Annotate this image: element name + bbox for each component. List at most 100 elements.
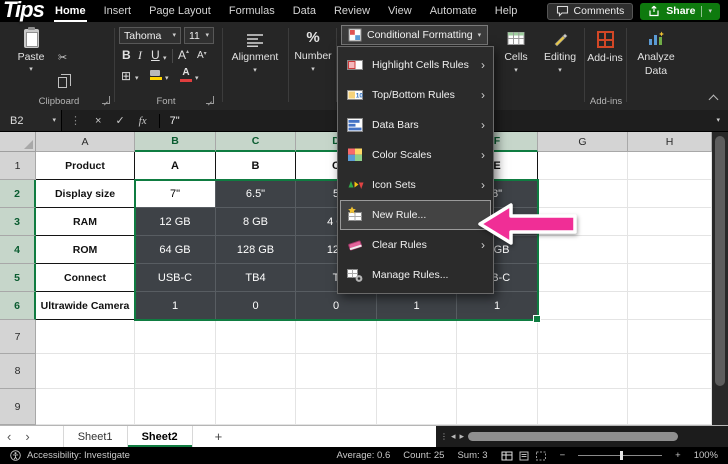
row-header-5[interactable]: 5 [0, 264, 36, 292]
cell-C3[interactable]: 8 GB [216, 208, 296, 236]
share-dropdown-icon[interactable]: ▾ [708, 8, 712, 15]
cell-G1[interactable] [538, 152, 628, 180]
page-layout-view-icon[interactable] [518, 451, 530, 461]
vertical-scrollbar-thumb[interactable] [715, 136, 725, 386]
column-header-B[interactable]: B [135, 132, 216, 152]
cell-F8[interactable] [457, 354, 538, 389]
alignment-group-button[interactable]: Alignment ▾ [226, 33, 284, 74]
formula-bar-drag-handle[interactable]: ⋮ [70, 114, 81, 127]
vertical-scrollbar[interactable] [712, 132, 728, 425]
menu-tab-help[interactable]: Help [486, 0, 527, 22]
cell-G5[interactable] [538, 264, 628, 292]
menu-item-data-bars[interactable]: Data Bars › [340, 110, 491, 140]
cell-E6[interactable]: 1 [377, 292, 457, 320]
cell-A9[interactable] [36, 389, 135, 425]
row-header-1[interactable]: 1 [0, 152, 36, 180]
sheet-tab-sheet1[interactable]: Sheet1 [63, 426, 128, 447]
zoom-out-button[interactable]: − [560, 450, 566, 461]
cell-B9[interactable] [135, 389, 216, 425]
cell-H5[interactable] [628, 264, 712, 292]
italic-button[interactable]: I [138, 48, 142, 63]
borders-button[interactable]: ⊞ [121, 69, 131, 83]
clipboard-dialog-launcher-icon[interactable] [102, 96, 110, 104]
cell-A1[interactable]: Product [36, 152, 135, 180]
cancel-icon[interactable]: × [95, 115, 101, 127]
cell-C9[interactable] [216, 389, 296, 425]
fill-color-button[interactable] [150, 70, 162, 80]
collapse-ribbon-icon[interactable] [709, 95, 719, 105]
row-header-9[interactable]: 9 [0, 389, 36, 425]
cell-H4[interactable] [628, 236, 712, 264]
cell-C7[interactable] [216, 320, 296, 354]
share-button[interactable]: Share ▾ [640, 3, 720, 20]
analyze-data-button[interactable]: Analyze Data [630, 31, 682, 77]
name-box-dropdown-icon[interactable]: ▾ [52, 117, 56, 124]
menu-item-color-scales[interactable]: Color Scales › [340, 140, 491, 170]
copy-icon[interactable] [58, 77, 67, 88]
cell-A3[interactable]: RAM [36, 208, 135, 236]
formula-input[interactable]: 7" [170, 115, 180, 127]
cell-G7[interactable] [538, 320, 628, 354]
enter-icon[interactable]: ✓ [115, 114, 124, 127]
menu-item-manage-rules[interactable]: Manage Rules... [340, 260, 491, 290]
cell-F6[interactable]: 1 [457, 292, 538, 320]
cell-B6[interactable]: 1 [135, 292, 216, 320]
new-sheet-button[interactable]: + [215, 429, 223, 444]
name-box[interactable]: B2 ▾ [0, 110, 62, 131]
horizontal-scrollbar[interactable]: ⋮ ◂ ▸ [436, 426, 728, 447]
font-dialog-launcher-icon[interactable] [206, 96, 214, 104]
menu-tab-home[interactable]: Home [46, 0, 95, 22]
formula-bar-expand-icon[interactable]: ▾ [716, 117, 720, 124]
cell-G8[interactable] [538, 354, 628, 389]
menu-tab-insert[interactable]: Insert [95, 0, 141, 22]
sheet-tab-sheet2[interactable]: Sheet2 [128, 426, 193, 447]
cell-B4[interactable]: 64 GB [135, 236, 216, 264]
cell-A2[interactable]: Display size [36, 180, 135, 208]
cell-H2[interactable] [628, 180, 712, 208]
row-header-8[interactable]: 8 [0, 354, 36, 389]
horizontal-scrollbar-thumb[interactable] [468, 432, 678, 441]
underline-dropdown-icon[interactable]: ▾ [163, 55, 167, 62]
cell-C6[interactable]: 0 [216, 292, 296, 320]
column-header-C[interactable]: C [216, 132, 296, 152]
cell-D9[interactable] [296, 389, 377, 425]
underline-button[interactable]: U [151, 48, 160, 62]
cell-B8[interactable] [135, 354, 216, 389]
cell-H8[interactable] [628, 354, 712, 389]
cell-F9[interactable] [457, 389, 538, 425]
cell-B2[interactable]: 7" [135, 180, 216, 208]
row-header-7[interactable]: 7 [0, 320, 36, 354]
cell-C1[interactable]: B [216, 152, 296, 180]
borders-dropdown-icon[interactable]: ▾ [135, 75, 139, 82]
menu-item-top-bottom-rules[interactable]: 10 Top/Bottom Rules › [340, 80, 491, 110]
cell-G9[interactable] [538, 389, 628, 425]
cell-B7[interactable] [135, 320, 216, 354]
cell-H1[interactable] [628, 152, 712, 180]
grow-font-button[interactable]: A▴ [178, 48, 189, 62]
cell-H3[interactable] [628, 208, 712, 236]
scroll-left-icon[interactable]: ◂ [451, 431, 456, 442]
cell-E7[interactable] [377, 320, 457, 354]
paste-button[interactable]: Paste ▾ [10, 27, 52, 73]
cell-E8[interactable] [377, 354, 457, 389]
cell-H6[interactable] [628, 292, 712, 320]
accessibility-status[interactable]: Accessibility: Investigate [27, 450, 130, 461]
cells-group-button[interactable]: Cells ▾ [496, 31, 536, 74]
comments-button[interactable]: Comments [547, 3, 634, 20]
cell-A5[interactable]: Connect [36, 264, 135, 292]
cell-A4[interactable]: ROM [36, 236, 135, 264]
number-group-button[interactable]: % Number ▾ [292, 29, 334, 73]
zoom-slider[interactable] [578, 455, 662, 456]
shrink-font-button[interactable]: A▾ [197, 50, 207, 61]
cell-H9[interactable] [628, 389, 712, 425]
menu-tab-view[interactable]: View [379, 0, 421, 22]
menu-tab-automate[interactable]: Automate [421, 0, 486, 22]
menu-tab-formulas[interactable]: Formulas [220, 0, 284, 22]
cell-F7[interactable] [457, 320, 538, 354]
cell-D7[interactable] [296, 320, 377, 354]
font-color-dropdown-icon[interactable]: ▾ [195, 75, 199, 82]
cut-icon[interactable]: ✂ [58, 51, 67, 64]
cell-C5[interactable]: TB4 [216, 264, 296, 292]
cell-C8[interactable] [216, 354, 296, 389]
scrollbar-splitter-icon[interactable]: ⋮ [440, 432, 447, 441]
